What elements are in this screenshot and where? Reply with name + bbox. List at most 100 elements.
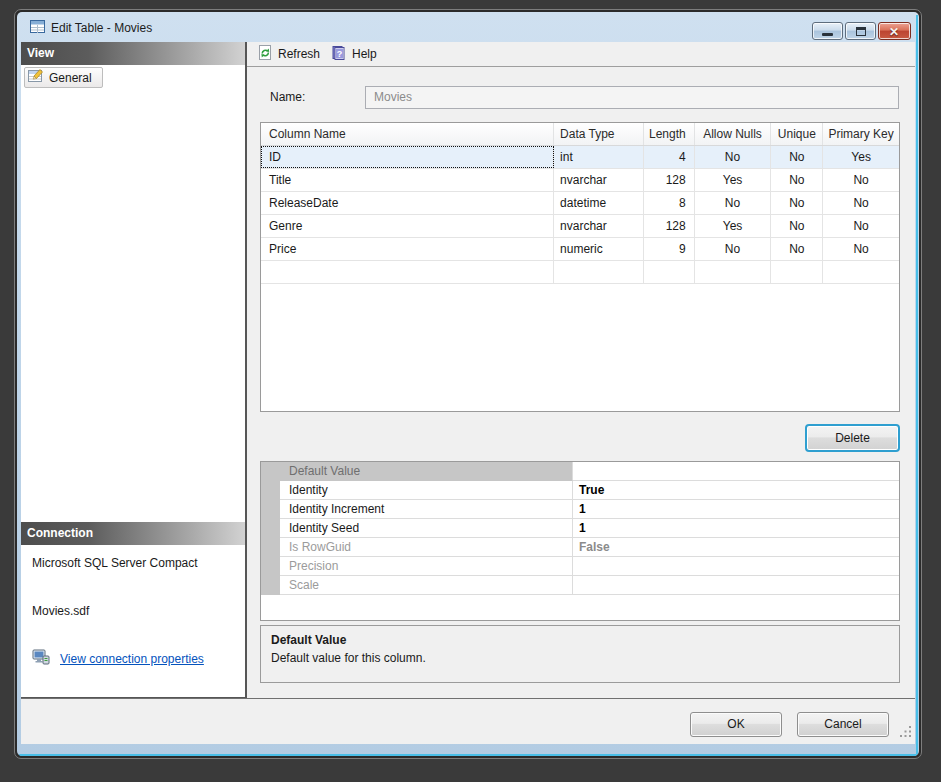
table-cell[interactable]: No [823, 169, 899, 191]
table-cell[interactable]: No [771, 146, 823, 168]
property-value[interactable]: 1 [573, 519, 899, 538]
table-row[interactable]: Pricenumeric9NoNoNo [261, 238, 899, 261]
property-value[interactable] [573, 462, 899, 481]
property-value[interactable] [573, 557, 899, 576]
table-cell[interactable]: No [823, 215, 899, 237]
table-cell[interactable]: Title [261, 169, 554, 191]
window-icon [30, 20, 46, 37]
table-cell[interactable]: int [554, 146, 644, 168]
property-label[interactable]: Identity Increment [261, 500, 573, 519]
table-cell[interactable]: No [695, 238, 772, 260]
table-cell[interactable]: No [823, 238, 899, 260]
property-label[interactable]: Default Value [261, 462, 573, 481]
table-cell[interactable] [771, 261, 823, 283]
sidebar-item-general[interactable]: General [24, 67, 103, 88]
property-value[interactable]: 1 [573, 500, 899, 519]
close-button[interactable]: ✕ [878, 22, 911, 40]
table-cell[interactable] [644, 261, 695, 283]
column-header[interactable]: Column Name [261, 123, 554, 145]
property-value[interactable] [573, 576, 899, 595]
resize-grip[interactable] [899, 725, 912, 741]
table-cell[interactable]: 128 [644, 215, 695, 237]
column-header[interactable]: Data Type [554, 123, 644, 145]
table-cell[interactable]: Yes [695, 169, 772, 191]
table-cell[interactable] [554, 261, 644, 283]
property-row[interactable]: Scale [261, 576, 899, 595]
table-cell[interactable]: Yes [695, 215, 772, 237]
table-cell[interactable] [695, 261, 772, 283]
property-value[interactable]: True [573, 481, 899, 500]
table-cell[interactable]: No [695, 192, 772, 214]
property-grid-gutter [261, 462, 280, 595]
name-label: Name: [270, 90, 305, 104]
main-panel: Refresh ? Help Name: Movies Column NameD… [247, 42, 915, 698]
refresh-icon [258, 45, 273, 64]
table-cell[interactable]: 128 [644, 169, 695, 191]
refresh-button[interactable]: Refresh [258, 45, 320, 64]
table-cell[interactable]: No [771, 192, 823, 214]
table-cell[interactable]: Yes [823, 146, 899, 168]
property-row[interactable]: Is RowGuidFalse [261, 538, 899, 557]
column-header[interactable]: Unique [771, 123, 823, 145]
cancel-button[interactable]: Cancel [797, 712, 889, 737]
table-row[interactable]: ReleaseDatedatetime8NoNoNo [261, 192, 899, 215]
property-row[interactable]: Default Value [261, 462, 899, 481]
help-button[interactable]: ? Help [331, 45, 377, 64]
table-cell[interactable]: nvarchar [554, 215, 644, 237]
refresh-label: Refresh [278, 47, 320, 61]
window-title: Edit Table - Movies [51, 21, 152, 35]
table-cell[interactable]: numeric [554, 238, 644, 260]
table-cell[interactable]: No [771, 215, 823, 237]
property-value[interactable]: False [573, 538, 899, 557]
name-input[interactable]: Movies [365, 86, 899, 109]
table-cell[interactable]: ID [261, 146, 554, 168]
table-cell[interactable]: Price [261, 238, 554, 260]
table-cell[interactable]: datetime [554, 192, 644, 214]
table-cell[interactable]: No [771, 169, 823, 191]
minimize-icon [822, 33, 833, 36]
column-header[interactable]: Allow Nulls [695, 123, 772, 145]
column-header[interactable]: Length [644, 123, 695, 145]
minimize-button[interactable] [812, 22, 843, 40]
property-row[interactable]: IdentityTrue [261, 481, 899, 500]
table-cell[interactable]: Genre [261, 215, 554, 237]
property-label[interactable]: Is RowGuid [261, 538, 573, 557]
svg-text:?: ? [337, 48, 343, 58]
table-row[interactable]: Titlenvarchar128YesNoNo [261, 169, 899, 192]
property-row[interactable]: Identity Seed1 [261, 519, 899, 538]
table-cell[interactable] [823, 261, 899, 283]
ok-button[interactable]: OK [690, 712, 782, 737]
table-cell[interactable]: ReleaseDate [261, 192, 554, 214]
property-grid: Default ValueIdentityTrueIdentity Increm… [260, 461, 900, 621]
column-header[interactable]: Primary Key [823, 123, 899, 145]
table-cell[interactable]: 4 [644, 146, 695, 168]
table-cell[interactable]: 9 [644, 238, 695, 260]
delete-button[interactable]: Delete [805, 424, 900, 452]
table-cell[interactable]: No [771, 238, 823, 260]
table-row[interactable]: Genrenvarchar128YesNoNo [261, 215, 899, 238]
table-row[interactable] [261, 261, 899, 284]
columns-table-header: Column NameData TypeLengthAllow NullsUni… [261, 123, 899, 146]
property-row[interactable]: Precision [261, 557, 899, 576]
edit-table-window: Edit Table - Movies ✕ View General Conne… [14, 9, 922, 759]
connection-properties-icon [32, 649, 50, 668]
table-cell[interactable]: No [695, 146, 772, 168]
property-row[interactable]: Identity Increment1 [261, 500, 899, 519]
titlebar[interactable]: Edit Table - Movies ✕ [17, 12, 919, 42]
table-cell[interactable]: nvarchar [554, 169, 644, 191]
close-icon: ✕ [889, 25, 899, 39]
property-description-title: Default Value [271, 633, 889, 647]
table-row[interactable]: IDint4NoNoYes [261, 146, 899, 169]
toolbar: Refresh ? Help [247, 42, 915, 67]
connection-provider: Microsoft SQL Server Compact [32, 556, 198, 570]
table-cell[interactable] [261, 261, 554, 283]
maximize-button[interactable] [845, 22, 876, 40]
property-label[interactable]: Identity [261, 481, 573, 500]
connection-database: Movies.sdf [32, 604, 89, 618]
property-label[interactable]: Identity Seed [261, 519, 573, 538]
view-connection-properties-link[interactable]: View connection properties [60, 652, 204, 666]
property-label[interactable]: Precision [261, 557, 573, 576]
table-cell[interactable]: No [823, 192, 899, 214]
table-cell[interactable]: 8 [644, 192, 695, 214]
property-label[interactable]: Scale [261, 576, 573, 595]
